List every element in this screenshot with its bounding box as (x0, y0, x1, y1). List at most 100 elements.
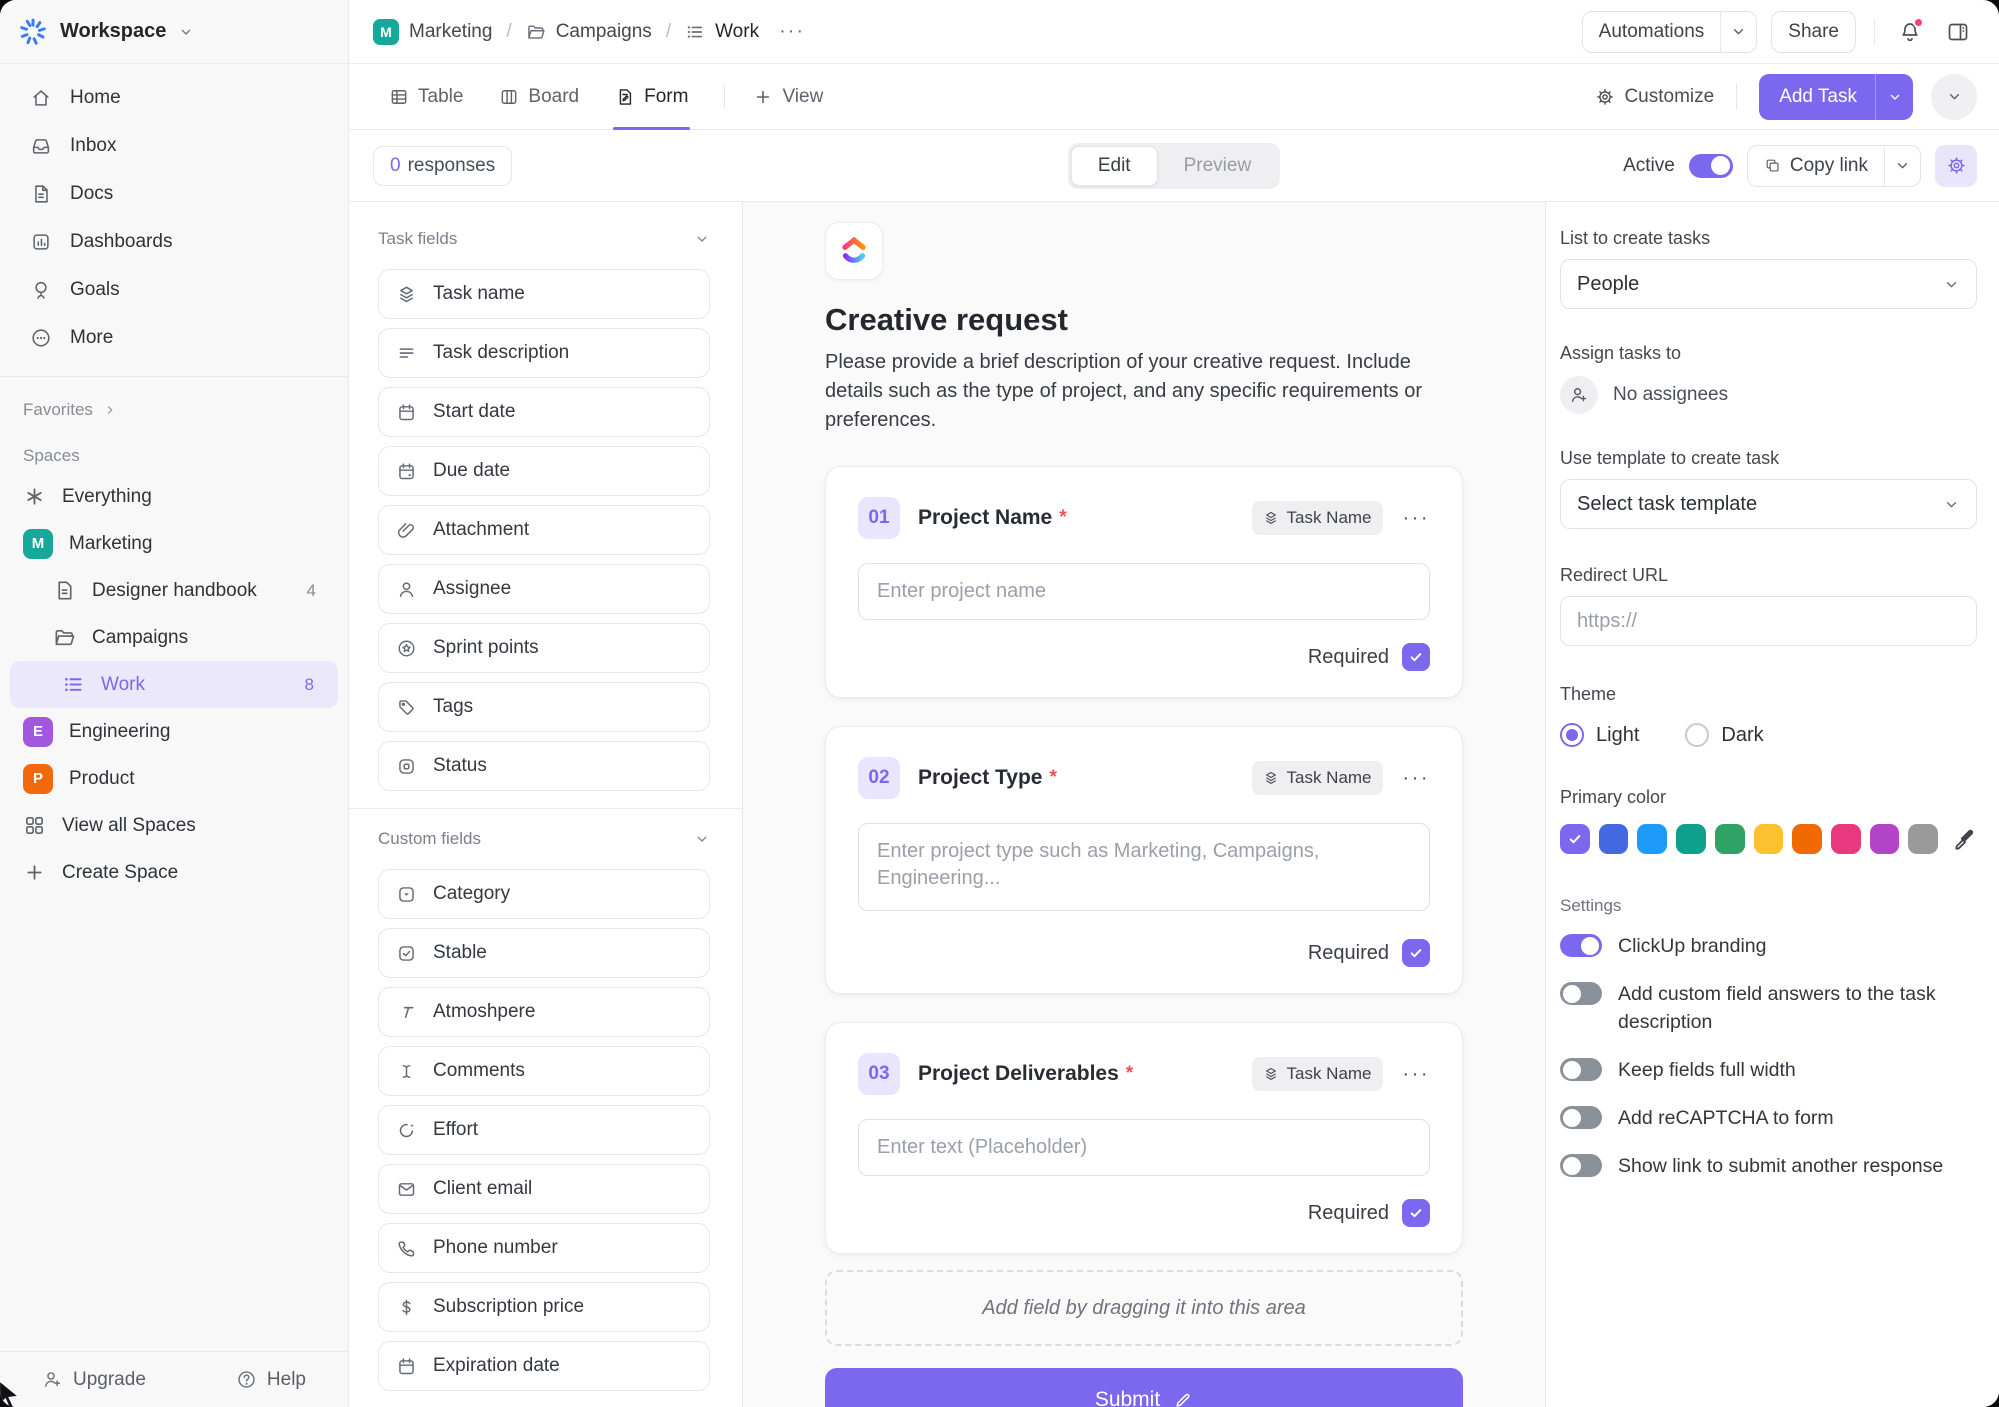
field-pill-client-email[interactable]: Client email (378, 1164, 710, 1214)
color-swatch[interactable] (1792, 824, 1822, 854)
upgrade-button[interactable]: Upgrade (42, 1369, 146, 1391)
field-label[interactable]: Project Type (918, 766, 1042, 790)
full-width-toggle[interactable] (1560, 1058, 1602, 1081)
field-pill-task-name[interactable]: Task name (378, 269, 710, 319)
template-select[interactable]: Select task template (1560, 479, 1977, 529)
add-task-button[interactable]: Add Task (1759, 74, 1913, 120)
theme-dark-label[interactable]: Dark (1721, 724, 1763, 747)
automations-dropdown[interactable] (1720, 12, 1756, 52)
form-logo[interactable] (825, 222, 883, 280)
customize-button[interactable]: Customize (1595, 86, 1714, 108)
breadcrumb-space[interactable]: Marketing (409, 21, 492, 43)
color-swatch[interactable] (1715, 824, 1745, 854)
field-label[interactable]: Project Deliverables (918, 1062, 1119, 1086)
toggle-panel-button[interactable] (1941, 15, 1975, 49)
sidebar-item-home[interactable]: Home (0, 74, 348, 122)
clickup-branding-toggle[interactable] (1560, 934, 1602, 957)
breadcrumb-folder[interactable]: Campaigns (556, 21, 652, 43)
collapse-header-button[interactable] (1931, 74, 1977, 120)
task-fields-header[interactable]: Task fields (378, 224, 710, 254)
list-select[interactable]: People (1560, 259, 1977, 309)
field-pill-status[interactable]: Status (378, 741, 710, 791)
field-pill-task-description[interactable]: Task description (378, 328, 710, 378)
sidebar-item-campaigns[interactable]: Campaigns (0, 614, 348, 661)
eyedropper-icon[interactable] (1951, 826, 1977, 852)
copy-link-button[interactable]: Copy link (1747, 145, 1921, 187)
submit-button[interactable]: Submit (825, 1368, 1463, 1407)
custom-field-answers-toggle[interactable] (1560, 982, 1602, 1005)
workspace-switcher[interactable]: Workspace (0, 0, 348, 64)
field-pill-expiration-date[interactable]: Expiration date (378, 1341, 710, 1391)
sidebar-item-work[interactable]: Work 8 (10, 661, 338, 708)
notifications-button[interactable] (1893, 15, 1927, 49)
project-deliverables-input[interactable] (858, 1119, 1430, 1176)
favorites-section[interactable]: Favorites (0, 393, 348, 427)
automations-button[interactable]: Automations (1582, 11, 1758, 53)
tab-board[interactable]: Board (499, 64, 579, 129)
field-drop-zone[interactable]: Add field by dragging it into this area (825, 1270, 1463, 1346)
color-swatch[interactable] (1599, 824, 1629, 854)
color-swatch[interactable] (1831, 824, 1861, 854)
custom-fields-header[interactable]: Custom fields (378, 824, 710, 854)
form-title[interactable]: Creative request (825, 302, 1463, 338)
sidebar-item-inbox[interactable]: Inbox (0, 122, 348, 170)
share-button[interactable]: Share (1771, 11, 1856, 53)
sidebar-item-dashboards[interactable]: Dashboards (0, 218, 348, 266)
mapped-field-badge[interactable]: Task Name (1252, 1057, 1382, 1091)
sidebar-item-designer-handbook[interactable]: Designer handbook 4 (0, 567, 348, 614)
field-pill-comments[interactable]: Comments (378, 1046, 710, 1096)
sidebar-item-more[interactable]: More (0, 314, 348, 362)
responses-counter[interactable]: 0 responses (373, 146, 512, 186)
assignees-row[interactable]: No assignees (1560, 376, 1977, 414)
resubmit-link-toggle[interactable] (1560, 1154, 1602, 1177)
field-pill-start-date[interactable]: Start date (378, 387, 710, 437)
copy-link-dropdown[interactable] (1884, 146, 1920, 186)
project-type-input[interactable] (858, 823, 1430, 911)
field-pill-effort[interactable]: Effort (378, 1105, 710, 1155)
sidebar-item-docs[interactable]: Docs (0, 170, 348, 218)
field-pill-tags[interactable]: Tags (378, 682, 710, 732)
help-button[interactable]: Help (236, 1369, 306, 1391)
recaptcha-toggle[interactable] (1560, 1106, 1602, 1129)
add-task-dropdown[interactable] (1875, 74, 1913, 120)
tab-table[interactable]: Table (389, 64, 463, 129)
sidebar-item-view-all-spaces[interactable]: View all Spaces (0, 802, 348, 849)
field-pill-phone-number[interactable]: Phone number (378, 1223, 710, 1273)
preview-tab[interactable]: Preview (1158, 146, 1278, 186)
form-description[interactable]: Please provide a brief description of yo… (825, 348, 1463, 435)
redirect-url-input[interactable] (1560, 596, 1977, 646)
form-active-toggle[interactable] (1689, 154, 1733, 178)
color-swatch[interactable] (1676, 824, 1706, 854)
add-view-button[interactable]: View (753, 64, 823, 129)
theme-light-label[interactable]: Light (1596, 724, 1639, 747)
field-label[interactable]: Project Name (918, 506, 1052, 530)
required-checkbox[interactable] (1402, 939, 1430, 967)
field-pill-subscription-price[interactable]: Subscription price (378, 1282, 710, 1332)
field-pill-sprint-points[interactable]: Sprint points (378, 623, 710, 673)
color-swatch[interactable] (1754, 824, 1784, 854)
field-pill-stable[interactable]: Stable (378, 928, 710, 978)
color-swatch[interactable] (1908, 824, 1938, 854)
field-pill-atmoshpere[interactable]: Atmoshpere (378, 987, 710, 1037)
color-swatch-selected[interactable] (1560, 824, 1590, 854)
required-checkbox[interactable] (1402, 643, 1430, 671)
sidebar-item-product[interactable]: P Product (0, 755, 348, 802)
add-assignee-avatar[interactable] (1560, 376, 1598, 414)
mapped-field-badge[interactable]: Task Name (1252, 501, 1382, 535)
field-menu-button[interactable]: ··· (1403, 767, 1430, 790)
breadcrumb-more-button[interactable]: ··· (779, 20, 805, 43)
sidebar-item-everything[interactable]: Everything (0, 473, 348, 520)
tab-form[interactable]: Form (615, 64, 688, 129)
theme-dark-radio[interactable] (1685, 723, 1709, 747)
theme-light-radio[interactable] (1560, 723, 1584, 747)
sidebar-item-create-space[interactable]: Create Space (0, 849, 348, 896)
sidebar-item-marketing[interactable]: M Marketing (0, 520, 348, 567)
form-settings-button[interactable] (1935, 145, 1977, 187)
project-name-input[interactable] (858, 563, 1430, 620)
breadcrumb-current[interactable]: Work (715, 21, 759, 43)
field-pill-category[interactable]: Category (378, 869, 710, 919)
sidebar-item-engineering[interactable]: E Engineering (0, 708, 348, 755)
edit-tab[interactable]: Edit (1071, 146, 1158, 186)
field-pill-assignee[interactable]: Assignee (378, 564, 710, 614)
color-swatch[interactable] (1870, 824, 1900, 854)
